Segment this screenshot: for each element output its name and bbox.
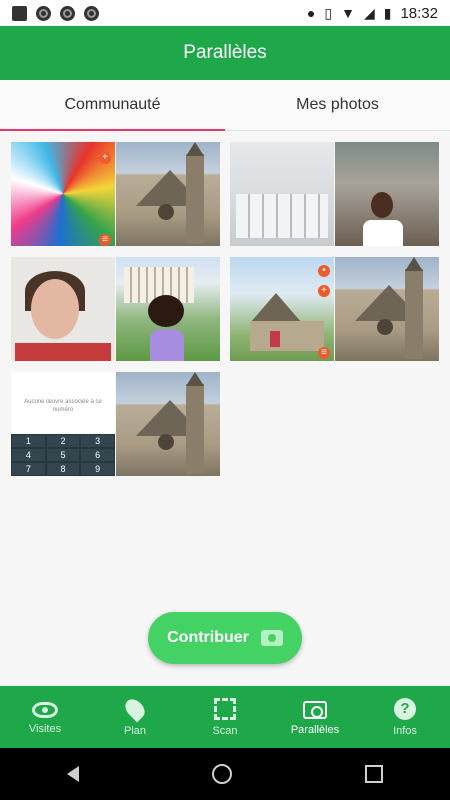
- nav-scan[interactable]: Scan: [180, 686, 270, 748]
- eye-icon: [32, 702, 58, 718]
- tab-communaute[interactable]: Communauté: [0, 80, 225, 131]
- phone-screenshot-photo: Aucune œuvre associée à ce numéro 123 45…: [11, 372, 115, 476]
- vibrate-icon: ▯: [324, 4, 333, 21]
- tab-label: Communauté: [64, 96, 161, 113]
- keyboard-photo: [230, 142, 334, 246]
- church-photo: [116, 372, 220, 476]
- photo-pair-card[interactable]: [11, 257, 220, 361]
- notification-icon: [84, 5, 99, 21]
- photo-pair-card[interactable]: Aucune œuvre associée à ce numéro 123 45…: [11, 372, 220, 476]
- location-icon: •: [318, 265, 330, 277]
- nav-label: Visites: [28, 723, 62, 735]
- comment-icon: ≡: [99, 234, 111, 246]
- church-photo: [335, 257, 439, 361]
- camera-icon: [260, 630, 283, 646]
- nav-plan[interactable]: Plan: [90, 686, 180, 748]
- system-nav-bar: [0, 748, 450, 800]
- photo-pair-card[interactable]: + ≡: [11, 142, 220, 246]
- tab-bar: Communauté Mes photos: [0, 80, 450, 131]
- nav-label: Parallèles: [290, 723, 340, 736]
- home-icon[interactable]: [211, 764, 232, 784]
- battery-icon: ▮: [383, 4, 392, 21]
- comment-icon: ≡: [318, 347, 330, 359]
- tab-mes-photos[interactable]: Mes photos: [225, 80, 450, 130]
- tab-label: Mes photos: [296, 96, 379, 113]
- nav-label: Plan: [123, 724, 147, 737]
- notification-icon: [60, 5, 75, 21]
- selfie-photo: [11, 257, 115, 361]
- recents-icon[interactable]: [365, 765, 384, 783]
- page-title: Parallèles: [183, 42, 267, 63]
- photo-pair-card[interactable]: • + ≡: [230, 257, 439, 361]
- church-photo: [116, 142, 220, 246]
- phone-message: Aucune œuvre associée à ce numéro: [24, 399, 102, 413]
- photo-pair-card[interactable]: [230, 142, 439, 246]
- nav-paralleles[interactable]: Parallèles: [270, 686, 360, 748]
- bottom-nav: Visites Plan Scan Parallèles ? Infos: [0, 686, 450, 748]
- status-bar: ● ▯ ▼ ◢ ▮ 18:32: [0, 0, 450, 26]
- image-notification-icon: [12, 5, 27, 21]
- camera-icon: [303, 700, 327, 719]
- nav-label: Scan: [212, 724, 238, 737]
- fab-label: Contribuer: [167, 629, 249, 646]
- clock: 18:32: [400, 4, 438, 22]
- app-bar: Parallèles: [0, 26, 450, 80]
- contribuer-button[interactable]: Contribuer: [148, 612, 302, 664]
- location-icon: ●: [306, 5, 316, 21]
- add-icon: +: [318, 285, 330, 297]
- back-icon[interactable]: [66, 766, 79, 782]
- artwork-photo: + ≡: [11, 142, 115, 246]
- signal-off-icon: ◢: [363, 4, 375, 21]
- add-icon: +: [99, 152, 111, 164]
- church-screenshot-photo: • + ≡: [230, 257, 334, 361]
- notification-icon: [36, 5, 51, 21]
- wifi-icon: ▼: [341, 5, 355, 21]
- nav-infos[interactable]: ? Infos: [360, 686, 450, 748]
- portrait-photo: [116, 257, 220, 361]
- map-pin-icon: [121, 695, 149, 722]
- keypad: 123 456 789: [11, 434, 115, 476]
- scan-icon: [214, 697, 236, 720]
- help-icon: ?: [394, 697, 416, 720]
- nav-visites[interactable]: Visites: [0, 686, 90, 748]
- child-photo: [335, 142, 439, 246]
- nav-label: Infos: [393, 724, 417, 737]
